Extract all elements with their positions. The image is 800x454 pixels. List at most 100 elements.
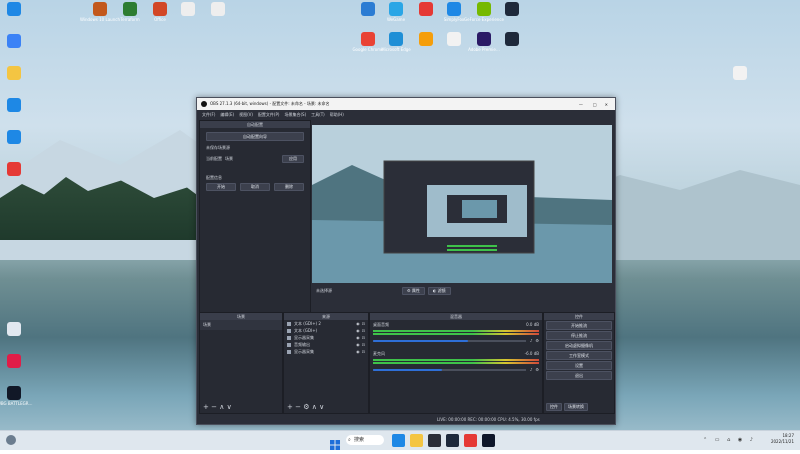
mixer-track: 桌面音频 0.0 dB ♪ ⚙	[370, 320, 542, 345]
source-row[interactable]: 文本 (GDI+) 2 ◉ ⊡	[284, 320, 368, 327]
lock-icon[interactable]: ⊡	[362, 335, 365, 340]
desktop-icon[interactable]	[488, 2, 536, 17]
taskbar-app-icon[interactable]	[410, 434, 423, 447]
menu-bar: 文件(F) 编辑(E) 视图(V) 配置文件(P) 场景集合(S) 工具(T) 帮助(H)	[197, 110, 615, 119]
delete-button[interactable]: 删除	[274, 183, 304, 191]
apply-button[interactable]: 应用	[282, 155, 304, 163]
add-scene-icon[interactable]: +	[203, 403, 209, 411]
control-button[interactable]: 退出	[546, 371, 612, 380]
add-source-icon[interactable]: +	[287, 403, 293, 411]
remove-source-icon[interactable]: −	[295, 403, 301, 411]
control-button[interactable]: 停止推流	[546, 331, 612, 340]
source-row[interactable]: 文本 (GDI+) ◉ ⊡	[284, 327, 368, 334]
cancel-button[interactable]: 取消	[240, 183, 270, 191]
windows-logo-icon	[330, 440, 340, 450]
properties-button[interactable]: ⚙ 属性	[402, 287, 425, 295]
menu-item[interactable]: 视图(V)	[239, 112, 253, 118]
clock[interactable]: 18:27 2022/11/21	[771, 433, 794, 445]
maximize-icon[interactable]: □	[593, 102, 597, 107]
sources-title: 来源	[284, 313, 368, 320]
source-label: 文本 (GDI+) 2	[294, 320, 321, 326]
desktop-icon[interactable]: PUBG BATTLEGR…	[0, 386, 38, 406]
gear-icon[interactable]: ⚙	[535, 367, 539, 372]
start-button[interactable]: 开始	[206, 183, 236, 191]
speaker-icon[interactable]: ♪	[530, 338, 533, 343]
desktop-icon[interactable]	[0, 162, 38, 177]
desktop-icon[interactable]	[0, 98, 38, 113]
taskbar-search[interactable]: ⌕ 搜索	[346, 435, 384, 445]
close-icon[interactable]: ✕	[605, 102, 608, 107]
move-down-icon[interactable]: ∨	[227, 403, 232, 411]
gear-icon[interactable]: ⚙	[535, 338, 539, 343]
scene-item[interactable]: 场景	[200, 320, 282, 330]
visibility-icon[interactable]: ◉	[356, 349, 360, 354]
desktop-icon[interactable]	[0, 354, 38, 369]
source-settings-icon[interactable]: ⚙	[303, 403, 309, 411]
controls-tab[interactable]: 场景转换	[564, 403, 588, 411]
volume-slider[interactable]	[373, 368, 526, 371]
move-up-icon[interactable]: ∧	[219, 403, 224, 411]
source-row[interactable]: 显示器采集 ◉ ⊡	[284, 348, 368, 355]
menu-item[interactable]: 文件(F)	[202, 112, 215, 118]
sources-toolbar: + − ⚙ ∧ ∨	[287, 403, 324, 411]
source-row[interactable]: 音频输出 ◉ ⊡	[284, 341, 368, 348]
speaker-icon[interactable]: ♪	[530, 367, 533, 372]
desktop-icon[interactable]	[0, 66, 38, 81]
no-source-label: 未选择源	[316, 288, 332, 293]
desktop-icon-label: Microsoft Edge	[381, 47, 411, 52]
menu-item[interactable]: 配置文件(P)	[258, 112, 280, 118]
source-row[interactable]: 显示器采集 ◉ ⊡	[284, 334, 368, 341]
mixer-title: 混音器	[370, 313, 542, 320]
start-button[interactable]	[330, 435, 340, 450]
app-icon	[389, 2, 403, 16]
control-button[interactable]: 设置	[546, 361, 612, 370]
lock-icon[interactable]: ⊡	[362, 349, 365, 354]
scenes-dock: 场景 场景 + − ∧ ∨	[199, 312, 283, 414]
menu-item[interactable]: 场景集合(S)	[284, 112, 306, 118]
minimize-icon[interactable]: —	[579, 102, 583, 107]
taskbar-app-icon[interactable]	[464, 434, 477, 447]
source-label: 音频输出	[294, 341, 310, 347]
visibility-icon[interactable]: ◉	[356, 328, 360, 333]
preview-canvas[interactable]	[312, 125, 612, 283]
app-icon	[447, 32, 461, 46]
menu-item[interactable]: 帮助(H)	[330, 112, 344, 118]
visibility-icon[interactable]: ◉	[356, 342, 360, 347]
menu-item[interactable]: 工具(T)	[311, 112, 325, 118]
desktop-icon-label: Office	[154, 17, 166, 22]
control-button[interactable]: 开始推流	[546, 321, 612, 330]
lock-icon[interactable]: ⊡	[362, 328, 365, 333]
desktop-icon[interactable]	[0, 322, 38, 337]
desktop-icon[interactable]	[0, 2, 38, 17]
filters-button[interactable]: ◐ 滤镜	[427, 287, 451, 295]
taskbar-app-icon[interactable]	[428, 434, 441, 447]
auto-config-wizard-button[interactable]: 自动配置向导	[206, 132, 304, 141]
controls-tab[interactable]: 控件	[546, 403, 562, 411]
app-icon	[7, 66, 21, 80]
lock-icon[interactable]: ⊡	[362, 342, 365, 347]
desktop-icon[interactable]	[194, 2, 242, 17]
visibility-icon[interactable]: ◉	[356, 321, 360, 326]
desktop-icon-label: Adobe Premie…	[468, 47, 500, 52]
mixer-track: 麦克风 -6.0 dB ♪ ⚙	[370, 349, 542, 374]
move-up-icon[interactable]: ∧	[312, 403, 317, 411]
desktop-icon[interactable]	[0, 130, 38, 145]
control-button[interactable]: 工作室模式	[546, 351, 612, 360]
source-label: 文本 (GDI+)	[294, 327, 318, 333]
taskbar-app-icon[interactable]	[482, 434, 495, 447]
desktop-icon[interactable]	[0, 34, 38, 49]
volume-slider[interactable]	[373, 339, 526, 342]
control-button[interactable]: 启动虚拟摄像机	[546, 341, 612, 350]
visibility-icon[interactable]: ◉	[356, 335, 360, 340]
desktop-icon-label: PUBG BATTLEGR…	[0, 401, 33, 406]
taskbar-app-icon[interactable]	[446, 434, 459, 447]
taskbar-app-icon[interactable]	[392, 434, 405, 447]
move-down-icon[interactable]: ∨	[319, 403, 324, 411]
desktop-icon[interactable]	[488, 32, 536, 47]
remove-scene-icon[interactable]: −	[211, 403, 217, 411]
widgets-icon[interactable]	[6, 435, 16, 445]
source-type-icon	[287, 335, 291, 340]
lock-icon[interactable]: ⊡	[362, 321, 365, 326]
desktop-icon-file[interactable]	[716, 66, 764, 81]
menu-item[interactable]: 编辑(E)	[220, 112, 234, 118]
